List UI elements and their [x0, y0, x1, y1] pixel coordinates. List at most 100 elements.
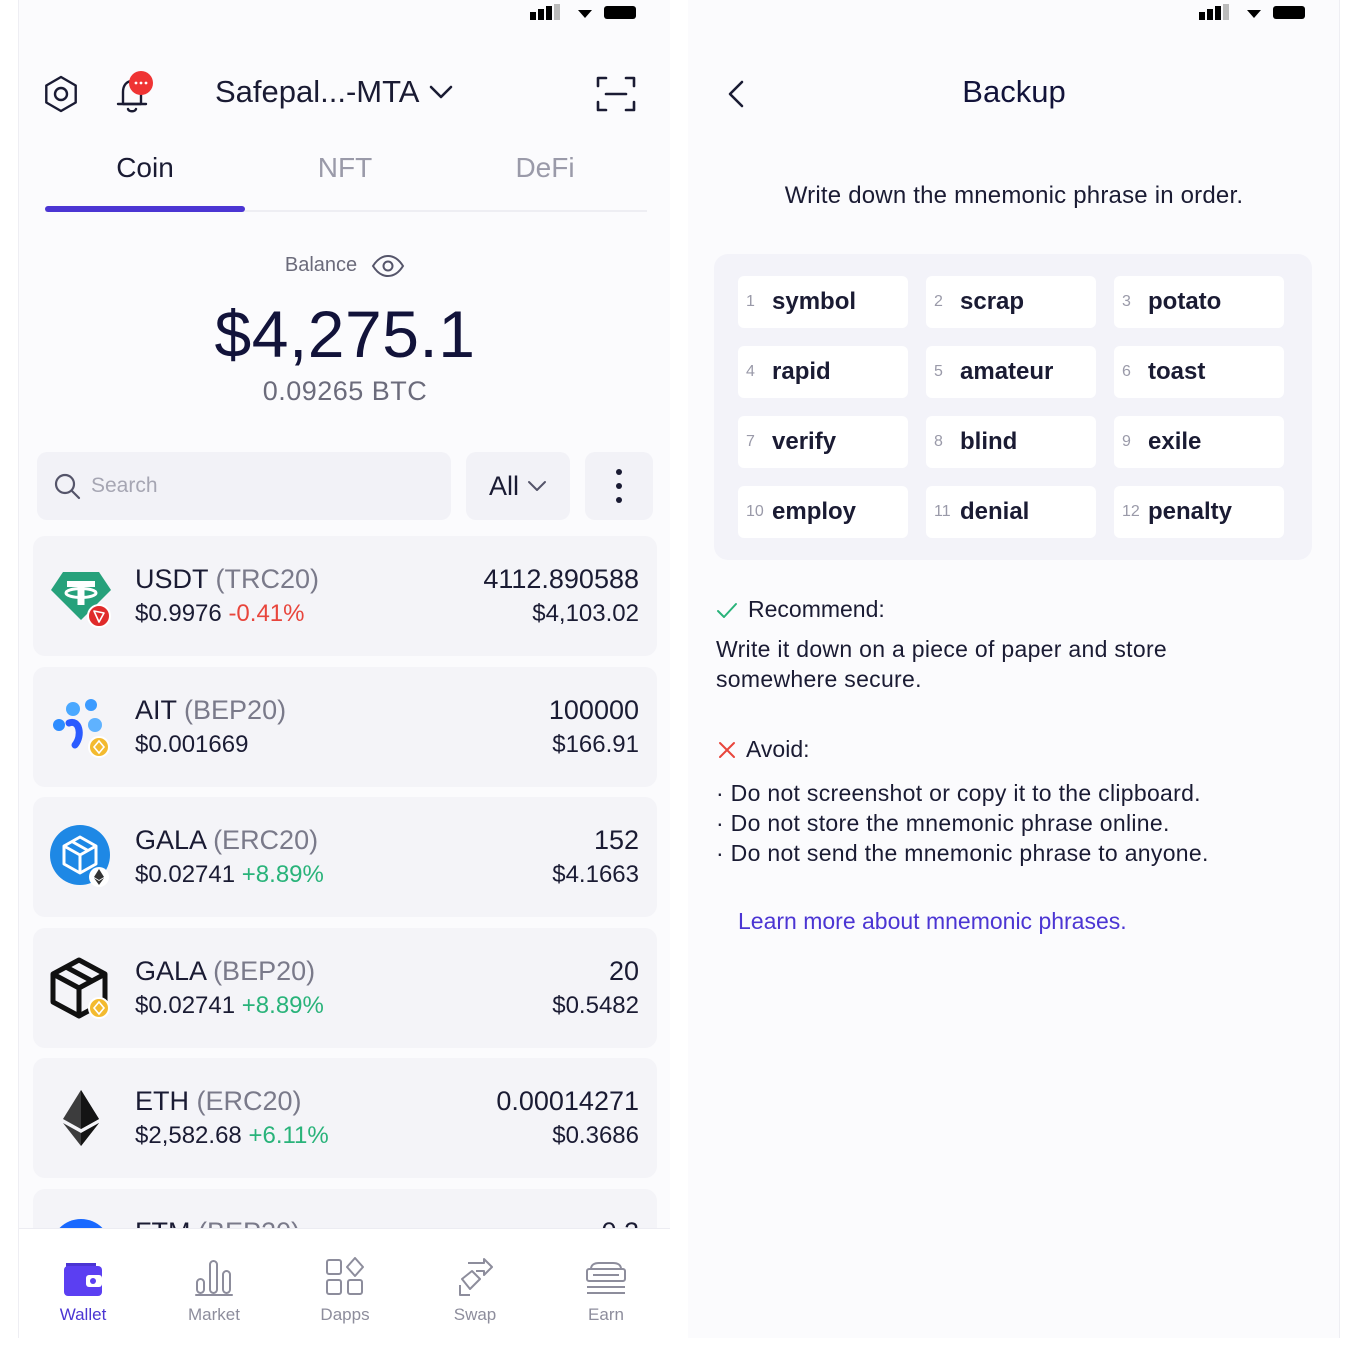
coin-quantity: 100000 — [548, 694, 639, 725]
tab-coin[interactable]: Coin — [45, 152, 245, 184]
coin-row-ftm[interactable]: FTM (BEP20) 0.2 — [33, 1188, 657, 1229]
coin-name: ETH (ERC20) — [135, 1086, 302, 1117]
status-icons — [1199, 4, 1305, 20]
coin-name: USDT (TRC20) — [135, 564, 319, 595]
mnemonic-word: 6 toast — [1114, 346, 1284, 398]
settings-icon — [45, 75, 77, 113]
coin-name: FTM (BEP20) — [135, 1217, 300, 1229]
filter-dropdown[interactable]: All — [466, 452, 570, 520]
wallet-selector[interactable]: Safepal...-MTA — [215, 74, 453, 110]
word-number: 4 — [746, 363, 755, 380]
wallet-screen: Safepal...-MTA Coin NFT DeFi Balance $4,… — [18, 0, 670, 1338]
word-number: 2 — [934, 293, 943, 310]
scan-icon — [596, 76, 636, 112]
backup-screen: Backup Write down the mnemonic phrase in… — [688, 0, 1340, 1338]
more-vertical-icon — [616, 469, 622, 503]
dapps-icon — [326, 1257, 364, 1295]
coin-network: (BEP20) — [184, 694, 287, 725]
word-text: verify — [772, 428, 837, 455]
wallet-icon — [64, 1263, 102, 1296]
search-input[interactable] — [91, 474, 411, 498]
coin-price-row: $0.02741 +8.89% — [135, 992, 324, 1020]
coin-list: USDT (TRC20) $0.9976 -0.41% 4112.890588 … — [33, 536, 657, 1228]
coin-row-gala-erc20[interactable]: GALA (ERC20) $0.02741 +8.89% 152 $4.1663 — [33, 797, 657, 917]
learn-more-link[interactable]: Learn more about mnemonic phrases. — [738, 908, 1127, 935]
coin-name: GALA (ERC20) — [135, 825, 318, 856]
word-text: amateur — [960, 358, 1054, 385]
gala-logo-icon — [50, 825, 110, 887]
coin-price: $0.02741 — [135, 861, 236, 888]
word-text: rapid — [772, 358, 831, 385]
coin-value: $166.91 — [552, 730, 639, 758]
more-button[interactable] — [585, 452, 653, 520]
coin-row-gala-bep20[interactable]: GALA (BEP20) $0.02741 +8.89% 20 $0.5482 — [33, 927, 657, 1048]
tab-nft[interactable]: NFT — [245, 152, 445, 184]
mnemonic-word: 11 denial — [926, 486, 1096, 538]
avoid-list: Do not screenshot or copy it to the clip… — [716, 778, 1306, 868]
wallet-name: Safepal...-MTA — [215, 74, 420, 109]
word-number: 6 — [1122, 363, 1131, 380]
word-number: 11 — [934, 503, 951, 520]
mnemonic-word: 10 employ — [738, 486, 908, 538]
coin-name: GALA (BEP20) — [135, 956, 315, 987]
swap-icon — [459, 1258, 493, 1296]
coin-value: $4,103.02 — [532, 600, 639, 627]
coin-symbol: AIT — [135, 694, 177, 725]
word-number: 5 — [934, 363, 943, 380]
coin-quantity: 20 — [608, 955, 639, 986]
coin-quantity: 4112.890588 — [483, 564, 639, 594]
earn-icon — [586, 1262, 626, 1294]
notifications-button[interactable] — [111, 70, 155, 116]
eye-icon[interactable] — [371, 254, 405, 277]
nav-label: Wallet — [59, 1305, 107, 1324]
coin-row-ait[interactable]: AIT (BEP20) $0.001669 100000 $166.91 — [33, 666, 657, 787]
coin-row-eth[interactable]: ETH (ERC20) $2,582.68 +6.11% 0.00014271 … — [33, 1058, 657, 1178]
nav-swap[interactable]: Swap — [425, 1253, 525, 1325]
nav-market[interactable]: Market — [164, 1253, 264, 1325]
balance-amount: $4,275.1 — [214, 297, 476, 371]
mnemonic-word: 7 verify — [738, 416, 908, 468]
coin-symbol: USDT — [135, 564, 209, 594]
coin-name: AIT (BEP20) — [135, 695, 286, 726]
market-icon — [195, 1260, 233, 1296]
word-text: potato — [1148, 288, 1222, 315]
ftm-logo-icon — [59, 1218, 103, 1228]
avoid-item: Do not send the mnemonic phrase to anyon… — [716, 838, 1306, 868]
mnemonic-word: 5 amateur — [926, 346, 1096, 398]
coin-value: $4.1663 — [552, 861, 639, 888]
search-icon — [54, 473, 81, 500]
scan-button[interactable] — [596, 76, 636, 112]
ait-logo-icon — [53, 698, 110, 758]
avoid-item: Do not store the mnemonic phrase online. — [716, 808, 1306, 838]
coin-symbol: ETH — [135, 1086, 189, 1116]
recommend-heading-text: Recommend: — [748, 596, 885, 622]
recommend-heading: Recommend: — [716, 596, 885, 623]
coin-symbol: GALA — [135, 955, 206, 986]
instruction-text: Write down the mnemonic phrase in order. — [784, 182, 1244, 209]
mnemonic-word: 3 potato — [1114, 276, 1284, 328]
coin-price: $2,582.68 — [135, 1122, 242, 1149]
search-box[interactable] — [37, 452, 451, 520]
coin-price-row: $0.001669 — [135, 731, 248, 759]
coin-network: (ERC20) — [213, 825, 319, 855]
coin-network: (BEP20) — [213, 955, 316, 986]
avoid-heading: Avoid: — [718, 736, 810, 763]
coin-change: +6.11% — [248, 1122, 329, 1149]
coin-row-usdt[interactable]: USDT (TRC20) $0.9976 -0.41% 4112.890588 … — [33, 536, 657, 656]
tab-defi[interactable]: DeFi — [445, 152, 645, 184]
coin-price: $0.02741 — [135, 991, 236, 1019]
word-text: symbol — [772, 288, 857, 315]
bottom-nav: Wallet Market Dapps Swap Earn — [19, 1228, 670, 1338]
nav-earn[interactable]: Earn — [556, 1253, 656, 1325]
balance-label-row: Balance — [19, 254, 670, 277]
settings-button[interactable] — [41, 74, 81, 114]
gala-logo-icon — [50, 957, 110, 1019]
coin-quantity: 0.2 — [601, 1217, 639, 1229]
nav-wallet[interactable]: Wallet — [33, 1253, 133, 1325]
word-text: employ — [772, 498, 857, 525]
eth-logo-icon — [51, 1088, 111, 1148]
mnemonic-word: 8 blind — [926, 416, 1096, 468]
nav-dapps[interactable]: Dapps — [295, 1253, 395, 1325]
usdt-logo-icon — [51, 572, 111, 628]
nav-label: Dapps — [320, 1305, 370, 1324]
